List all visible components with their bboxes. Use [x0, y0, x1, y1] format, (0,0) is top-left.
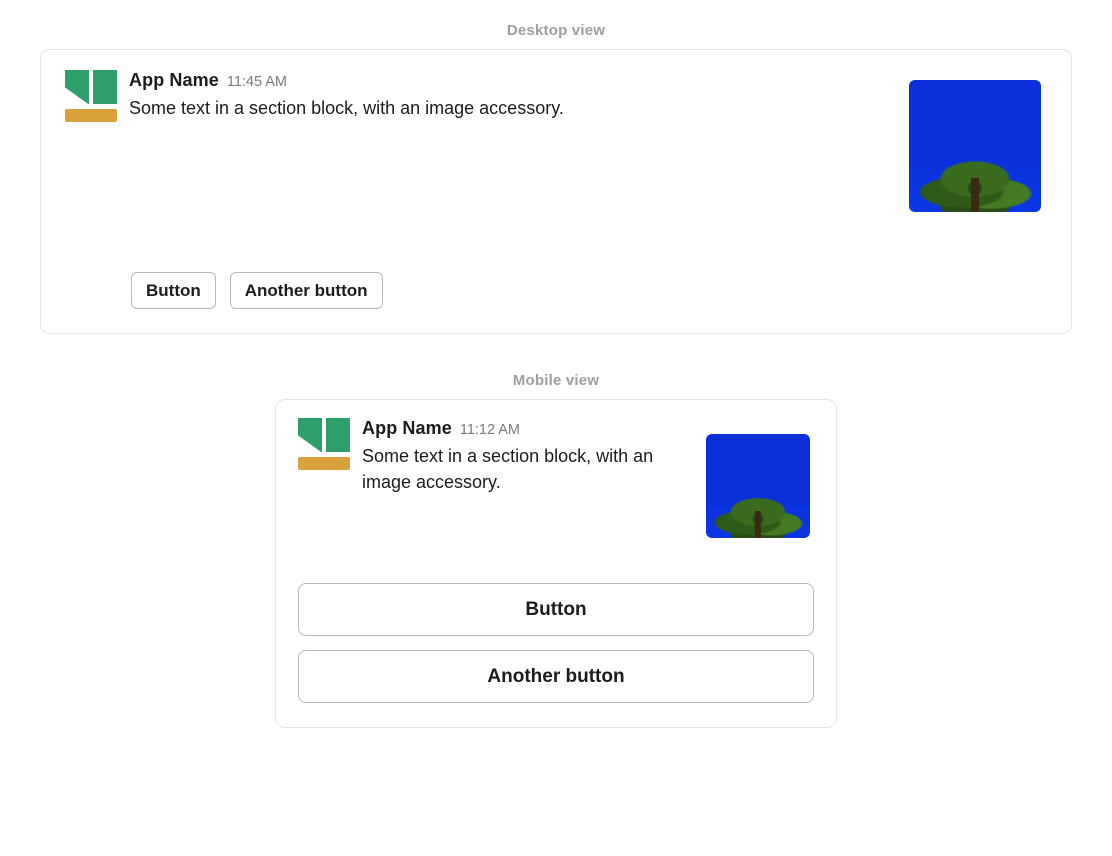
actions-block: Button Another button — [131, 272, 1047, 309]
app-avatar — [65, 70, 117, 122]
image-accessory — [706, 434, 810, 538]
action-button-1[interactable]: Button — [131, 272, 216, 309]
message-timestamp: 11:45 AM — [227, 74, 287, 90]
message-timestamp: 11:12 AM — [460, 422, 520, 438]
image-accessory — [909, 80, 1041, 212]
app-name: App Name — [129, 70, 219, 91]
actions-block: Button Another button — [298, 583, 814, 703]
app-name: App Name — [362, 418, 452, 439]
mobile-view-label: Mobile view — [0, 372, 1112, 389]
app-avatar — [298, 418, 350, 470]
section-text: Some text in a section block, with an im… — [362, 443, 694, 495]
message-row: App Name 11:45 AM Some text in a section… — [65, 70, 1047, 122]
desktop-view-label: Desktop view — [0, 22, 1112, 39]
action-button-1[interactable]: Button — [298, 583, 814, 636]
mobile-message-card: App Name 11:12 AM Some text in a section… — [275, 399, 837, 728]
action-button-2[interactable]: Another button — [230, 272, 383, 309]
action-button-2[interactable]: Another button — [298, 650, 814, 703]
desktop-message-card: App Name 11:45 AM Some text in a section… — [40, 49, 1072, 334]
